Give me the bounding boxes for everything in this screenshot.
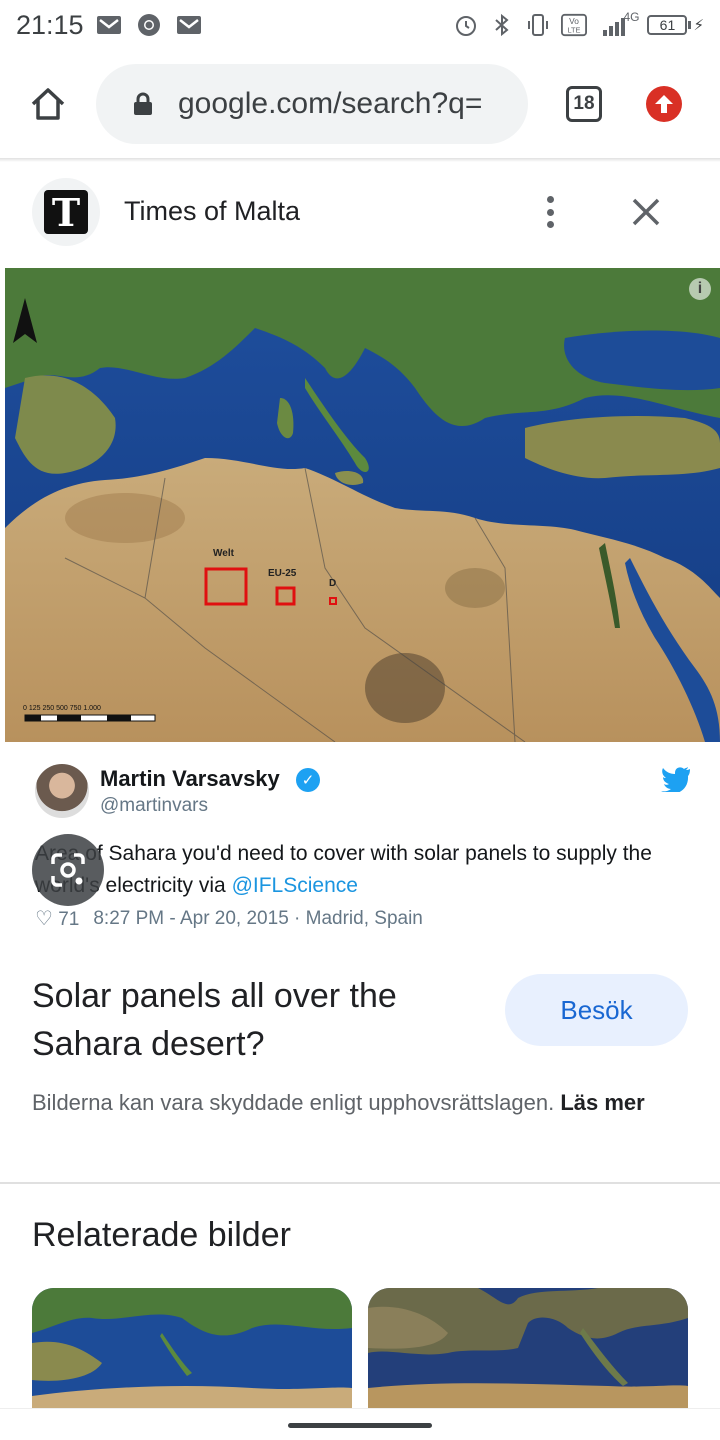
tweet-link: @IFLScience	[231, 874, 358, 897]
gmail-icon	[96, 14, 122, 36]
map-label-eu: EU-25	[268, 568, 297, 579]
related-image-thumbnail[interactable]	[32, 1288, 352, 1412]
gmail-icon	[176, 14, 202, 36]
source-logo[interactable]: T	[32, 178, 100, 246]
tweet-likes-count: 71	[58, 909, 80, 930]
dot	[546, 221, 554, 228]
info-icon[interactable]: i	[689, 278, 711, 300]
close-icon	[632, 198, 660, 226]
twitter-bird-icon	[661, 767, 690, 792]
update-button[interactable]	[646, 86, 682, 122]
sahara-map-image: Welt EU-25 D 0 125 250 500 750 1.000	[5, 268, 720, 742]
copyright-notice: Bilderna kan vara skyddade enligt upphov…	[32, 1087, 682, 1119]
lens-search-button[interactable]	[32, 834, 104, 906]
vibrate-icon	[525, 14, 551, 36]
main-image[interactable]: Welt EU-25 D 0 125 250 500 750 1.000 i M…	[5, 268, 720, 940]
related-image-map-2	[368, 1288, 688, 1412]
alarm-icon	[453, 14, 479, 36]
visit-button[interactable]: Besök	[505, 974, 688, 1046]
more-options-button[interactable]	[534, 192, 566, 232]
volte-icon: Vo LTE	[561, 13, 588, 37]
tweet-avatar	[35, 764, 89, 818]
chrome-icon	[136, 14, 162, 36]
result-title[interactable]: Solar panels all over the Sahara desert?	[32, 972, 472, 1068]
copyright-text: Bilderna kan vara skyddade enligt upphov…	[32, 1090, 561, 1115]
bluetooth-icon	[489, 13, 515, 37]
battery-indicator: 61 ⚡	[647, 15, 704, 35]
tweet-author-name: Martin Varsavsky	[100, 766, 280, 791]
svg-text:LTE: LTE	[568, 25, 581, 34]
close-button[interactable]	[630, 196, 662, 228]
embedded-tweet: Martin Varsavsky ✓ @martinvars Area of S…	[5, 742, 720, 940]
tweet-handle: @martinvars	[100, 795, 208, 816]
arrow-up-icon	[655, 95, 673, 113]
map-label-d: D	[329, 578, 336, 589]
source-logo-letter: T	[44, 190, 88, 235]
map-label-welt: Welt	[213, 548, 235, 559]
browser-toolbar: google.com/search?q= 18	[0, 62, 720, 148]
dot	[546, 196, 554, 203]
map-scale-label: 0 125 250 500 750 1.000	[23, 705, 101, 712]
home-button[interactable]	[28, 84, 68, 124]
lock-icon	[134, 92, 152, 115]
address-bar[interactable]: google.com/search?q=	[96, 64, 528, 144]
tweet-likes: ♡ 71	[35, 906, 79, 931]
network-type: 4G	[623, 10, 640, 24]
tab-switcher-button[interactable]: 18	[566, 86, 602, 122]
verified-badge-icon: ✓	[296, 768, 320, 792]
dot	[546, 208, 554, 216]
read-more-link[interactable]: Läs mer	[560, 1090, 644, 1115]
toolbar-divider	[0, 158, 720, 162]
status-time: 21:15	[16, 9, 84, 40]
tweet-text: Area of Sahara you'd need to cover with …	[35, 838, 695, 902]
charging-icon: ⚡	[693, 17, 704, 34]
source-header: T Times of Malta	[0, 170, 720, 254]
signal-icon: 4G	[597, 10, 639, 36]
related-image-thumbnail[interactable]	[368, 1288, 688, 1412]
battery-level: 61	[647, 15, 688, 35]
lens-icon	[51, 853, 85, 887]
home-icon	[31, 88, 65, 120]
gesture-handle[interactable]	[288, 1423, 432, 1428]
source-name[interactable]: Times of Malta	[124, 196, 300, 227]
section-divider	[0, 1182, 720, 1184]
tweet-datetime: 8:27 PM - Apr 20, 2015 · Madrid, Spain	[93, 907, 423, 929]
related-images-heading: Relaterade bilder	[32, 1216, 291, 1254]
heart-icon: ♡	[35, 908, 53, 930]
url-text: google.com/search?q=	[178, 87, 483, 120]
tweet-meta: ♡ 71 8:27 PM - Apr 20, 2015 · Madrid, Sp…	[35, 906, 423, 931]
related-image-map-1	[32, 1288, 352, 1412]
status-bar: 21:15 Vo LTE 4G 61 ⚡	[0, 0, 720, 50]
